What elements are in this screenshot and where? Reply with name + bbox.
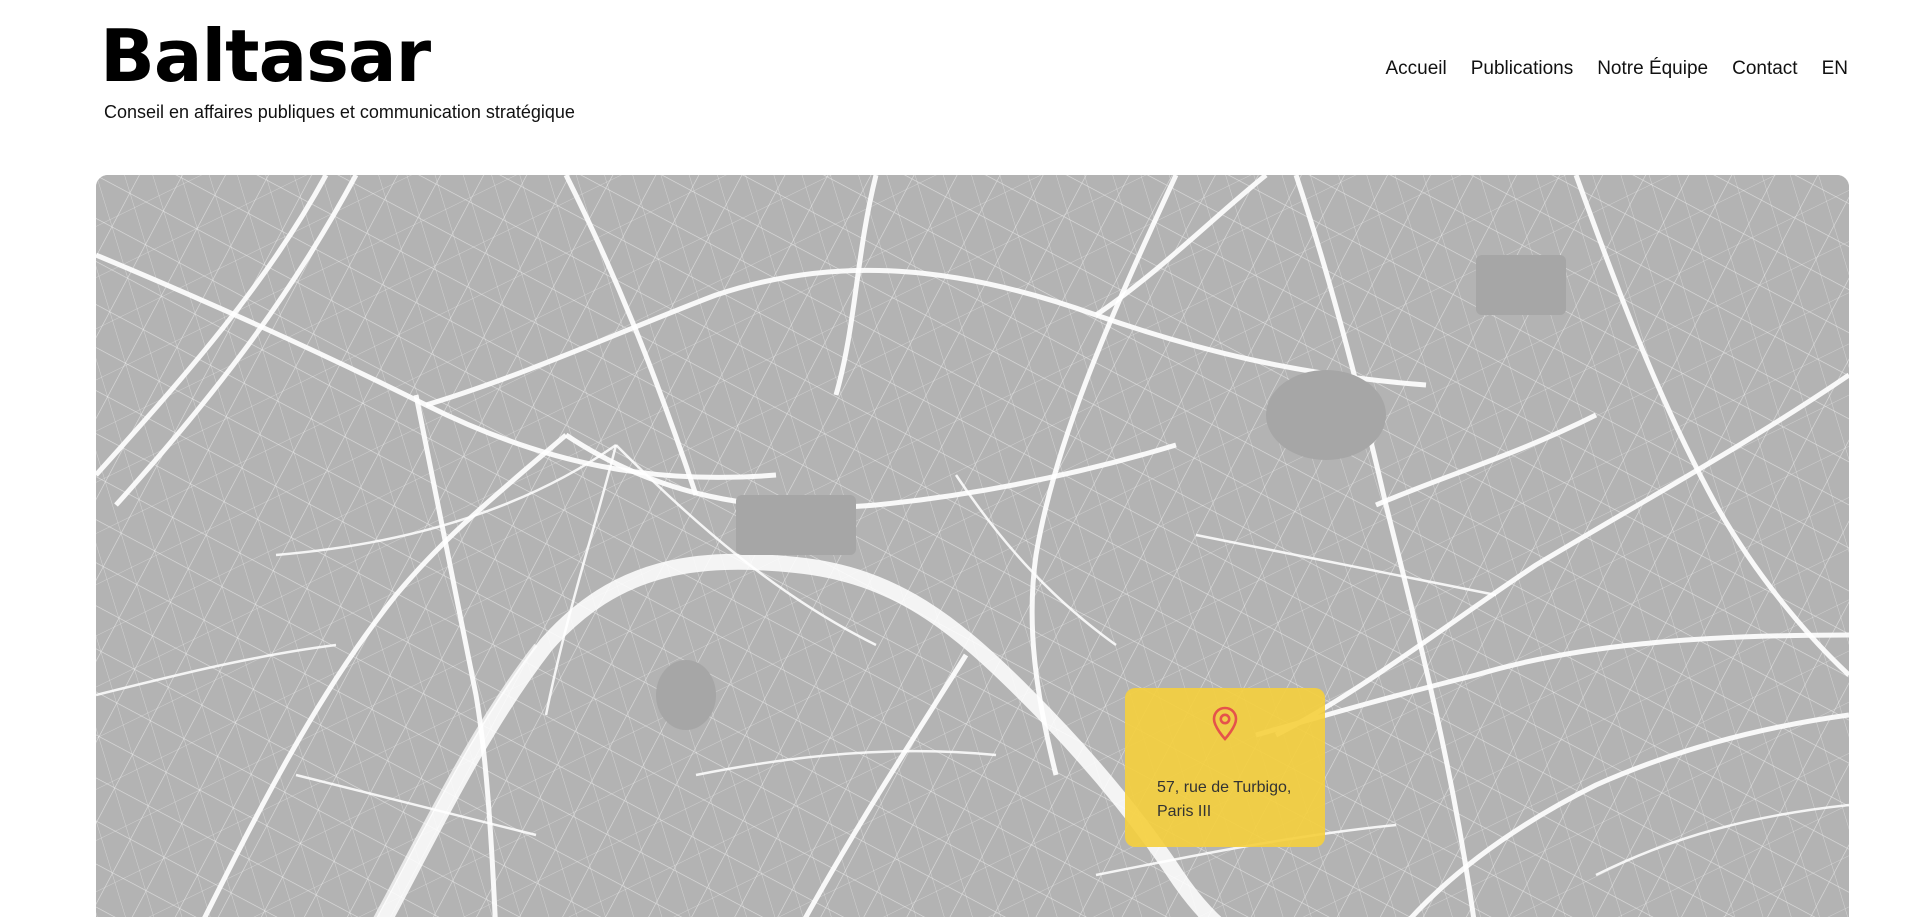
location-address: 57, rue de Turbigo, Paris III [1157,776,1317,824]
site-logo[interactable]: Baltasar [100,20,431,92]
location-card[interactable]: 57, rue de Turbigo, Paris III [1125,688,1325,847]
map[interactable]: 57, rue de Turbigo, Paris III [96,175,1849,917]
brand[interactable]: Baltasar Conseil en affaires publiques e… [100,20,575,122]
address-line-2: Paris III [1157,803,1212,820]
map-roads [96,175,1849,917]
nav-item-publications[interactable]: Publications [1471,58,1573,80]
language-switch-en[interactable]: EN [1822,58,1848,80]
nav-item-notre-equipe[interactable]: Notre Équipe [1597,58,1708,80]
address-line-1: 57, rue de Turbigo, [1157,779,1292,796]
nav-item-contact[interactable]: Contact [1732,58,1797,80]
nav-item-accueil[interactable]: Accueil [1386,58,1447,80]
main-nav: Accueil Publications Notre Équipe Contac… [1386,58,1849,80]
site-tagline: Conseil en affaires publiques et communi… [104,102,575,122]
site-header: Baltasar Conseil en affaires publiques e… [0,0,1918,170]
location-pin-icon [1212,706,1238,741]
